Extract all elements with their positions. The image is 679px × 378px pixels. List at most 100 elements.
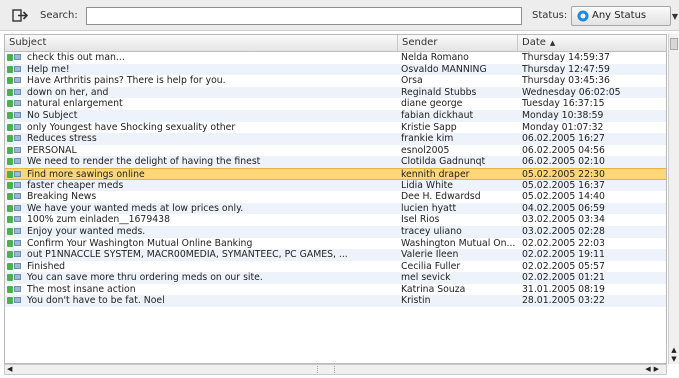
column-header-date[interactable]: Date ▲: [518, 35, 666, 51]
message-status-icon: [7, 295, 27, 307]
table-row[interactable]: You can save more thru ordering meds on …: [5, 272, 666, 284]
row-sender: Kristie Sapp: [401, 121, 457, 133]
message-list: Subject Sender Date ▲ check this out man.…: [4, 34, 667, 364]
row-date: Monday 01:07:32: [522, 121, 604, 133]
row-subject: Reduces stress: [27, 133, 97, 145]
status-any-icon: [577, 10, 589, 22]
row-date: 03.02.2005 02:28: [522, 225, 605, 237]
row-subject: The most insane action: [27, 283, 136, 295]
row-subject: check this out man...: [27, 52, 125, 63]
row-date: Thursday 12:47:59: [522, 63, 610, 75]
row-subject: only Youngest have Shocking sexuality ot…: [27, 121, 236, 133]
row-date: 02.02.2005 01:21: [522, 272, 605, 284]
table-row[interactable]: Find more sawings online kennith draper 05…: [5, 167, 666, 180]
row-date: 06.02.2005 04:56: [522, 144, 605, 156]
table-row[interactable]: Help me! Osvaldo MANNING Thursday 12:47:59: [5, 63, 666, 76]
row-date: Tuesday 16:37:15: [522, 98, 605, 110]
table-row[interactable]: Have Arthritis pains? There is help for …: [5, 75, 666, 87]
message-status-icon: [7, 110, 27, 122]
table-row[interactable]: only Youngest have Shocking sexuality ot…: [5, 121, 666, 134]
list-header: Subject Sender Date ▲: [5, 35, 666, 52]
scroll-up-icon[interactable]: ▲: [669, 346, 679, 355]
row-sender: lucien hyatt: [401, 202, 457, 214]
column-header-subject[interactable]: Subject: [5, 35, 398, 51]
row-date: 03.02.2005 03:34: [522, 214, 605, 226]
row-subject: We have your wanted meds at low prices o…: [27, 202, 244, 214]
row-date: Thursday 03:45:36: [522, 75, 610, 87]
scrollbar-thumb[interactable]: [670, 38, 678, 50]
row-sender: Katrina Souza: [401, 283, 466, 295]
row-sender: fabian dickhaut: [401, 109, 474, 121]
table-row[interactable]: 100% zum einladen__1679438 Isel Rios 03.02…: [5, 214, 666, 226]
row-sender: diane george: [401, 98, 463, 110]
row-subject: natural enlargement: [27, 98, 123, 110]
row-subject: Have Arthritis pains? There is help for …: [27, 75, 226, 87]
table-row[interactable]: PERSONAL esnol2005 06.02.2005 04:56: [5, 144, 666, 157]
row-subject: PERSONAL: [27, 144, 77, 156]
row-date: Monday 10:38:59: [522, 109, 604, 121]
row-subject: You can save more thru ordering meds on …: [27, 272, 263, 284]
table-row[interactable]: Reduces stress frankie kim 06.02.2005 16:2…: [5, 133, 666, 145]
table-row[interactable]: We need to render the delight of having …: [5, 156, 666, 168]
row-sender: Orsa: [401, 75, 423, 87]
message-status-icon: [7, 64, 27, 76]
table-row[interactable]: natural enlargement diane george Tuesday 1…: [5, 98, 666, 110]
message-status-icon: [7, 261, 27, 273]
row-sender: frankie kim: [401, 133, 454, 145]
table-row[interactable]: faster cheaper meds Lidia White 05.02.2005…: [5, 179, 666, 192]
row-subject: We need to render the delight of having …: [27, 156, 261, 168]
status-select[interactable]: Any Status ▼: [571, 6, 678, 26]
message-status-icon: [7, 203, 27, 215]
table-row[interactable]: Enjoy your wanted meds. tracey uliano 03.0…: [5, 225, 666, 238]
row-sender: mel sevick: [401, 272, 451, 284]
row-subject: Enjoy your wanted meds.: [27, 225, 146, 237]
row-subject: Help me!: [27, 63, 70, 75]
vertical-scrollbar[interactable]: ▲ ▼: [668, 34, 679, 364]
message-status-icon: [7, 145, 27, 157]
message-status-icon: [7, 238, 27, 250]
scrollbar-grip[interactable]: [317, 366, 335, 373]
row-subject: down on her, and: [27, 86, 109, 98]
message-status-icon: [7, 180, 27, 192]
message-status-icon: [7, 98, 27, 110]
chevron-down-icon[interactable]: ▼: [672, 12, 678, 21]
message-status-icon: [7, 87, 27, 99]
table-row[interactable]: Confirm Your Washington Mutual Online Ba…: [5, 237, 666, 250]
row-sender: Dee H. Edwardsd: [401, 191, 481, 203]
scroll-left-icon[interactable]: ◀: [7, 365, 12, 374]
message-status-icon: [7, 284, 27, 296]
column-header-sender[interactable]: Sender: [398, 35, 518, 51]
row-date: 05.02.2005 14:40: [522, 191, 605, 203]
table-row[interactable]: out P1NNACCLE SYSTEM, MACR00MEDIA, SYMAN…: [5, 249, 666, 261]
table-row[interactable]: check this out man... Nelda Romano Thursda…: [5, 52, 666, 64]
table-row[interactable]: Finished Cecilia Fuller 02.02.2005 05:57: [5, 261, 666, 273]
search-label: Search:: [40, 10, 78, 21]
status-label: Status:: [532, 10, 568, 21]
row-sender: Washington Mutual On...: [401, 237, 516, 249]
row-date: 06.02.2005 16:27: [522, 133, 605, 145]
table-row[interactable]: down on her, and Reginald Stubbs Wednesday…: [5, 86, 666, 99]
search-input[interactable]: [86, 7, 522, 25]
message-status-icon: [7, 249, 27, 261]
table-row[interactable]: The most insane action Katrina Souza 31.01…: [5, 283, 666, 296]
table-row[interactable]: We have your wanted meds at low prices o…: [5, 202, 666, 215]
row-date: 05.02.2005 16:37: [522, 179, 605, 191]
row-subject: You don't have to be fat. Noel: [27, 295, 165, 307]
row-subject: faster cheaper meds: [27, 179, 124, 191]
status-value: Any Status: [592, 10, 647, 21]
scroll-down-icon[interactable]: ▼: [669, 355, 679, 364]
scroll-right-icon[interactable]: ◀▶: [645, 365, 662, 374]
message-status-icon: [7, 226, 27, 238]
row-sender: tracey uliano: [401, 225, 462, 237]
table-row[interactable]: You don't have to be fat. Noel Kristin 28.…: [5, 295, 666, 308]
table-row[interactable]: Breaking News Dee H. Edwardsd 05.02.2005 1…: [5, 191, 666, 203]
horizontal-scrollbar[interactable]: ◀ ◀▶: [4, 364, 667, 375]
exit-icon[interactable]: [12, 9, 28, 22]
row-sender: Valerie Ileen: [401, 249, 459, 261]
row-subject: out P1NNACCLE SYSTEM, MACR00MEDIA, SYMAN…: [27, 249, 348, 261]
row-sender: Lidia White: [401, 179, 453, 191]
row-date: Thursday 14:59:37: [522, 52, 610, 63]
row-date: 02.02.2005 22:03: [522, 237, 605, 249]
table-row[interactable]: No Subject fabian dickhaut Monday 10:38:59: [5, 109, 666, 122]
row-sender: Osvaldo MANNING: [401, 63, 487, 75]
